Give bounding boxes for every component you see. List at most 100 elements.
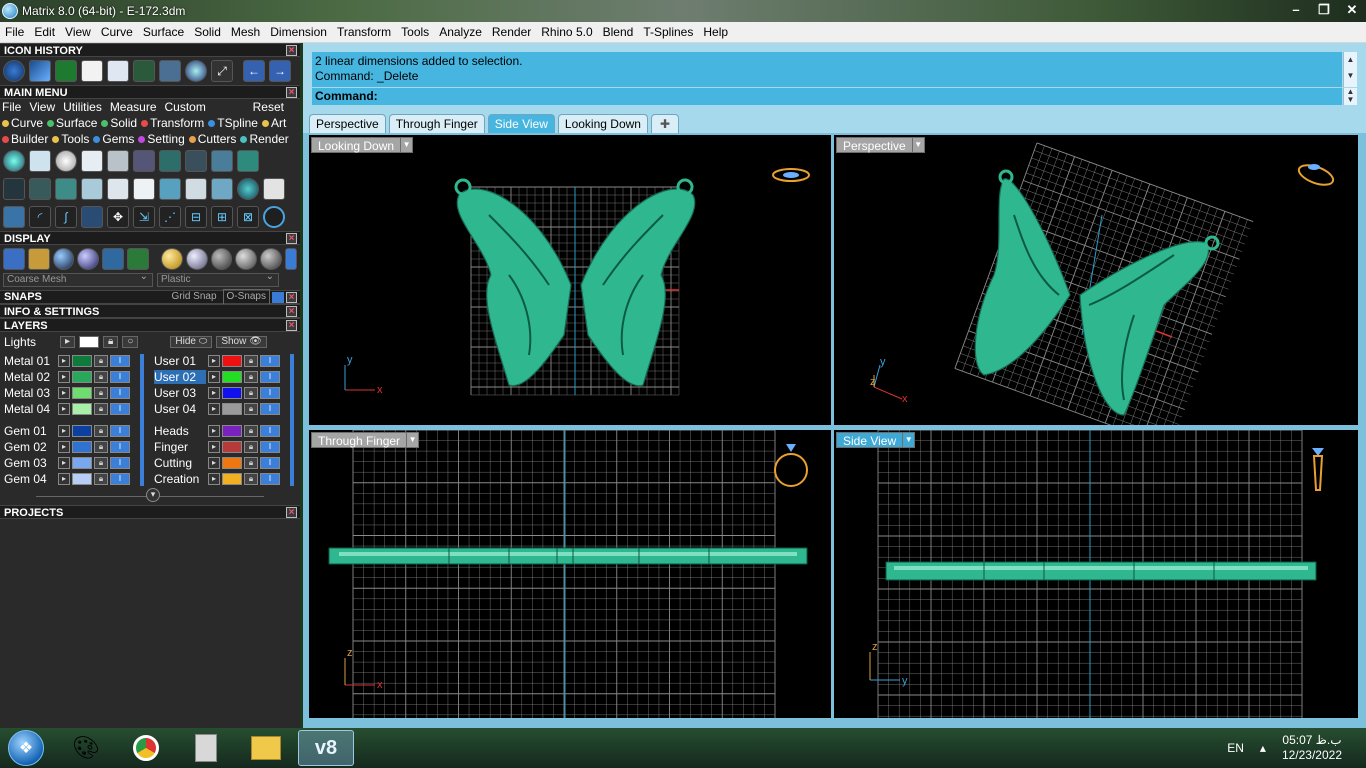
add-tab-button[interactable]: ✚: [650, 114, 679, 133]
back-arrow-icon[interactable]: ←: [243, 60, 265, 82]
viewport-dropdown-icon[interactable]: ▼: [407, 432, 420, 448]
layer-row[interactable]: Finger ▸ 🔒︎ I: [154, 440, 280, 454]
tile-tool-icon[interactable]: [159, 178, 181, 200]
forward-arrow-icon[interactable]: →: [269, 60, 291, 82]
viewport-label[interactable]: Perspective: [836, 137, 913, 153]
layer-arrow-icon[interactable]: ▸: [208, 457, 220, 469]
menu-rhino[interactable]: Rhino 5.0: [536, 25, 597, 39]
chain-tool-icon[interactable]: [3, 178, 25, 200]
layer-arrow-icon[interactable]: ▸: [58, 403, 70, 415]
layer-arrow-icon[interactable]: ▸: [208, 403, 220, 415]
save-tool-icon[interactable]: [263, 178, 285, 200]
layer-color-swatch[interactable]: [222, 403, 242, 415]
explorer-app-icon[interactable]: [238, 730, 294, 766]
layer-color-swatch[interactable]: [72, 473, 92, 485]
layer-arrow-icon[interactable]: ▸: [58, 457, 70, 469]
layer-row[interactable]: Gem 01 ▸ 🔒︎ I: [4, 424, 130, 438]
layer-name[interactable]: Heads: [154, 424, 206, 438]
layer-visibility-icon[interactable]: I: [110, 355, 130, 367]
main-menu-view[interactable]: View: [29, 100, 55, 114]
main-menu-custom[interactable]: Custom: [165, 100, 206, 114]
viewport-through-finger[interactable]: Through Finger ▼ x z: [309, 430, 831, 718]
main-menu-file[interactable]: File: [2, 100, 21, 114]
reset-button[interactable]: Reset: [253, 100, 284, 114]
arc-tool-icon[interactable]: ◜: [29, 206, 51, 228]
frame-tool-icon[interactable]: [211, 150, 233, 172]
category-surface[interactable]: Surface: [47, 116, 97, 130]
layer-row[interactable]: Metal 02 ▸ 🔒︎ I: [4, 370, 130, 384]
layer-visibility-icon[interactable]: I: [260, 355, 280, 367]
xray-icon[interactable]: [102, 248, 125, 270]
chrome-app-icon[interactable]: [118, 730, 174, 766]
layer-row[interactable]: Gem 02 ▸ 🔒︎ I: [4, 440, 130, 454]
move-arrows-icon[interactable]: ✥: [107, 206, 129, 228]
layer-name[interactable]: Cutting: [154, 456, 206, 470]
close-icon[interactable]: ×: [286, 306, 297, 317]
mesh-quality-select[interactable]: Coarse Mesh: [3, 271, 153, 287]
layer-row[interactable]: Creation ▸ 🔒︎ I: [154, 472, 280, 486]
layer-row[interactable]: User 03 ▸ 🔒︎ I: [154, 386, 280, 400]
category-builder[interactable]: Builder: [2, 132, 48, 146]
viewport-label[interactable]: Through Finger: [311, 432, 408, 448]
matrix-taskbar-button[interactable]: v8: [298, 730, 354, 766]
close-button[interactable]: ✕: [1338, 0, 1366, 20]
menu-surface[interactable]: Surface: [138, 25, 189, 39]
layer-color-swatch[interactable]: [72, 425, 92, 437]
head-tool-icon[interactable]: [185, 178, 207, 200]
bezel-tool-icon[interactable]: [107, 60, 129, 82]
category-cutters[interactable]: Cutters: [188, 132, 236, 146]
calculator-app-icon[interactable]: [178, 730, 234, 766]
layer-lock-icon[interactable]: 🔒︎: [244, 473, 258, 485]
close-icon[interactable]: ×: [286, 292, 297, 303]
layer-lock-icon[interactable]: 🔒︎: [244, 387, 258, 399]
curve-flow-icon[interactable]: ∫: [55, 206, 77, 228]
silver-material-icon[interactable]: [185, 248, 208, 270]
menu-tools[interactable]: Tools: [396, 25, 434, 39]
cone-tool-icon[interactable]: [107, 150, 129, 172]
viewport-label[interactable]: Side View: [836, 432, 904, 448]
layer-visibility-icon[interactable]: I: [260, 403, 280, 415]
category-tspline[interactable]: TSpline: [208, 116, 258, 130]
layer-name[interactable]: Metal 02: [4, 370, 56, 384]
close-icon[interactable]: ×: [286, 87, 297, 98]
layer-visibility-icon[interactable]: I: [110, 457, 130, 469]
layer-lock-icon[interactable]: 🔒︎: [94, 473, 108, 485]
sphere-tool-icon[interactable]: [3, 150, 25, 172]
layer-color-swatch[interactable]: [222, 441, 242, 453]
layer-arrow-icon[interactable]: ▸: [208, 355, 220, 367]
layer-color-swatch[interactable]: [222, 387, 242, 399]
layer-color-swatch[interactable]: [72, 441, 92, 453]
layer-visibility-icon[interactable]: I: [110, 473, 130, 485]
menu-mesh[interactable]: Mesh: [226, 25, 265, 39]
layer-arrow-icon[interactable]: ▸: [208, 473, 220, 485]
lights-swatch[interactable]: [79, 336, 100, 348]
globe-tool-icon[interactable]: [237, 178, 259, 200]
close-icon[interactable]: ×: [286, 507, 297, 518]
rendered-icon[interactable]: [77, 248, 100, 270]
layer-arrow-icon[interactable]: ▸: [58, 473, 70, 485]
profile-tool-icon[interactable]: [81, 178, 103, 200]
gold-material-icon[interactable]: [160, 248, 183, 270]
lights-arrow[interactable]: ▸: [60, 336, 76, 348]
chrome-material-icon[interactable]: [235, 248, 258, 270]
layer-name[interactable]: User 03: [154, 386, 206, 400]
tray-expand-icon[interactable]: ▴: [1260, 741, 1266, 755]
clock[interactable]: 05:07 ب.ظ 12/23/2022: [1282, 733, 1342, 763]
maximize-button[interactable]: ❐: [1310, 0, 1338, 20]
join-tool-icon[interactable]: ⊟: [185, 206, 207, 228]
drop-tool-icon[interactable]: [211, 178, 233, 200]
explode-tool-icon[interactable]: ⊞: [211, 206, 233, 228]
grid-snap-toggle[interactable]: Grid Snap: [172, 290, 217, 304]
gem-tool-icon[interactable]: [29, 60, 51, 82]
new-document-icon[interactable]: [81, 60, 103, 82]
language-indicator[interactable]: EN: [1227, 741, 1244, 755]
ghosted-icon[interactable]: [27, 248, 50, 270]
viewport-side-view[interactable]: Side View ▼ y z: [834, 430, 1358, 718]
blocks-tool-icon[interactable]: [3, 206, 25, 228]
layer-arrow-icon[interactable]: ▸: [58, 425, 70, 437]
technical-icon[interactable]: [127, 248, 149, 270]
spray-tool-icon[interactable]: ⋰: [159, 206, 181, 228]
viewport-looking-down[interactable]: Looking Down ▼ x y: [309, 135, 831, 425]
layer-row[interactable]: Gem 03 ▸ 🔒︎ I: [4, 456, 130, 470]
category-solid[interactable]: Solid: [101, 116, 137, 130]
